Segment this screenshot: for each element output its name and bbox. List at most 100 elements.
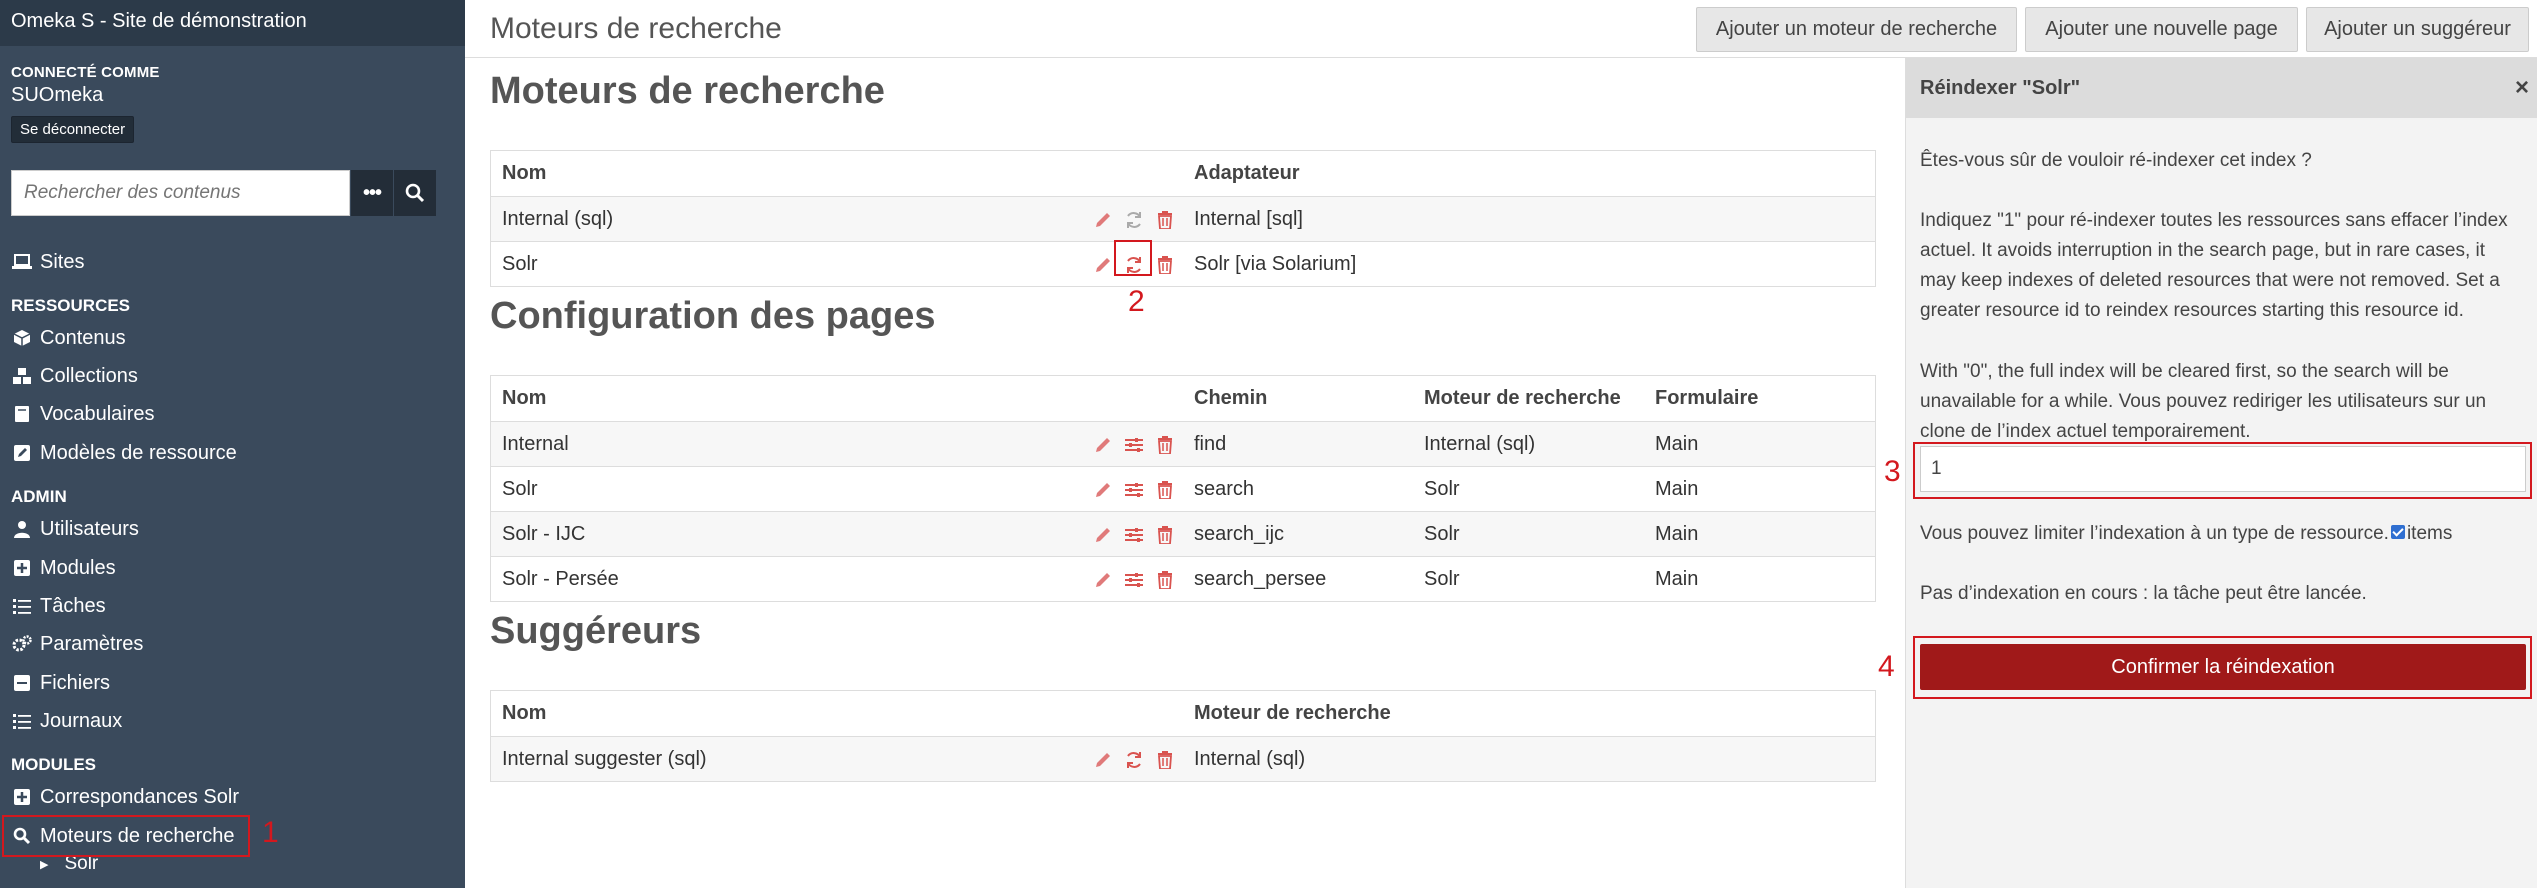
- add-search-engine-button[interactable]: Ajouter un moteur de recherche: [1696, 7, 2017, 52]
- highlight-box-4: [1913, 636, 2532, 699]
- site-title[interactable]: Omeka S - Site de démonstration: [0, 0, 465, 46]
- sliders-icon[interactable]: [1122, 523, 1145, 546]
- nav-taches-label: Tâches: [40, 594, 106, 617]
- login-label: Connecté comme: [11, 64, 160, 81]
- row-actions: [1091, 467, 1176, 512]
- panel-header: Réindexer "Solr" ×: [1906, 58, 2537, 118]
- search-icon: [405, 183, 425, 203]
- nav-heading-resources: Ressources: [11, 296, 131, 315]
- nav-parametres[interactable]: Paramètres: [11, 629, 143, 659]
- col-header-engine: Moteur de recherche: [1194, 702, 1391, 724]
- add-suggester-button[interactable]: Ajouter un suggéreur: [2306, 7, 2529, 52]
- nav-parametres-label: Paramètres: [40, 632, 144, 655]
- row-name[interactable]: Solr: [502, 467, 538, 512]
- row-engine: Solr: [1424, 478, 1460, 500]
- trash-icon[interactable]: [1153, 433, 1176, 456]
- list-icon: [11, 713, 33, 729]
- sliders-icon[interactable]: [1122, 568, 1145, 591]
- confirm-question: Êtes-vous sûr de vouloir ré-indexer cet …: [1920, 150, 2312, 171]
- col-header-name: Nom: [502, 702, 547, 724]
- col-header-engine: Moteur de recherche: [1424, 387, 1621, 409]
- search-input[interactable]: [11, 170, 350, 216]
- trash-icon[interactable]: [1153, 478, 1176, 501]
- row-name[interactable]: Internal: [502, 422, 569, 467]
- nav-sites-label: Sites: [40, 250, 85, 273]
- user-name[interactable]: SUOmeka: [11, 84, 465, 107]
- nav-contenus[interactable]: Contenus: [11, 323, 126, 353]
- pencil-icon[interactable]: [1091, 523, 1114, 546]
- nav-modules[interactable]: Modules: [11, 553, 116, 583]
- highlight-box-2: [1114, 240, 1152, 276]
- nav-sites[interactable]: Sites: [11, 247, 84, 277]
- pencil-icon[interactable]: [1091, 568, 1114, 591]
- row-engine: Internal (sql): [1424, 433, 1536, 455]
- row-path: search_ijc: [1194, 523, 1285, 545]
- items-checkbox[interactable]: [2390, 524, 2405, 539]
- panel-title: Réindexer "Solr": [1920, 76, 2081, 99]
- close-icon[interactable]: ×: [2515, 74, 2529, 102]
- trash-icon[interactable]: [1153, 208, 1176, 231]
- nav-taches[interactable]: Tâches: [11, 591, 106, 621]
- top-bar: Moteurs de recherche Ajouter un moteur d…: [465, 0, 2537, 58]
- pencil-icon[interactable]: [1091, 433, 1114, 456]
- sidebar: Omeka S - Site de démonstration Connecté…: [0, 0, 465, 888]
- pencil-icon[interactable]: [1091, 748, 1114, 771]
- nav-fichiers[interactable]: Fichiers: [11, 668, 110, 698]
- sliders-icon[interactable]: [1122, 433, 1145, 456]
- add-page-button[interactable]: Ajouter une nouvelle page: [2025, 7, 2298, 52]
- nav-correspondances-label: Correspondances Solr: [40, 785, 239, 808]
- trash-icon[interactable]: [1153, 568, 1176, 591]
- trash-icon[interactable]: [1153, 253, 1176, 276]
- file-icon: [11, 674, 33, 692]
- book-icon: [11, 405, 33, 423]
- cogs-icon: [11, 635, 33, 653]
- pages-heading: Configuration des pages: [490, 295, 936, 337]
- caret-right-icon: ▶: [40, 858, 49, 871]
- nav-vocabulaires[interactable]: Vocabulaires: [11, 399, 155, 429]
- table-row: Internal find Internal (sql) Main: [491, 421, 1875, 466]
- pencil-icon[interactable]: [1091, 478, 1114, 501]
- annotation-number-3: 3: [1884, 455, 1901, 488]
- search-button[interactable]: [393, 170, 436, 216]
- refresh-icon[interactable]: [1122, 208, 1145, 231]
- nav-correspondances-solr[interactable]: Correspondances Solr: [11, 782, 239, 812]
- trash-icon[interactable]: [1153, 748, 1176, 771]
- table-header-row: Nom Adaptateur: [491, 151, 1875, 196]
- row-adapter: Solr [via Solarium]: [1194, 253, 1357, 275]
- refresh-icon[interactable]: [1122, 748, 1145, 771]
- col-header-name: Nom: [502, 162, 547, 184]
- nav-utilisateurs[interactable]: Utilisateurs: [11, 514, 139, 544]
- row-form: Main: [1655, 433, 1699, 455]
- items-label: items: [2406, 523, 2453, 544]
- nav-utilisateurs-label: Utilisateurs: [40, 517, 139, 540]
- table-row: Internal (sql) Internal [sql]: [491, 196, 1875, 241]
- pencil-icon[interactable]: [1091, 208, 1114, 231]
- col-header-name: Nom: [502, 387, 547, 409]
- limit-text: Vous pouvez limiter l’indexation à un ty…: [1920, 523, 2389, 544]
- row-adapter: Internal [sql]: [1194, 208, 1303, 230]
- table-row: Solr - IJC search_ijc Solr Main: [491, 511, 1875, 556]
- advanced-search-button[interactable]: •••: [350, 170, 393, 216]
- logout-button[interactable]: Se déconnecter: [11, 116, 135, 143]
- row-name[interactable]: Internal (sql): [502, 197, 613, 242]
- more-icon: •••: [362, 181, 382, 204]
- pages-table: Nom Chemin Moteur de recherche Formulair…: [490, 375, 1876, 602]
- nav-modeles-label: Modèles de ressource: [40, 441, 237, 464]
- nav-collections-label: Collections: [40, 364, 138, 387]
- row-engine: Internal (sql): [1194, 748, 1306, 770]
- row-path: search_persee: [1194, 568, 1327, 590]
- row-name[interactable]: Solr - IJC: [502, 512, 585, 557]
- trash-icon[interactable]: [1153, 523, 1176, 546]
- row-name[interactable]: Solr - Persée: [502, 557, 619, 602]
- col-header-path: Chemin: [1194, 387, 1268, 409]
- nav-modeles[interactable]: Modèles de ressource: [11, 438, 237, 468]
- sliders-icon[interactable]: [1122, 478, 1145, 501]
- row-name[interactable]: Solr: [502, 242, 538, 287]
- suggesters-table: Nom Moteur de recherche Internal suggest…: [490, 690, 1876, 782]
- row-name[interactable]: Internal suggester (sql): [502, 737, 707, 782]
- nav-collections[interactable]: Collections: [11, 361, 138, 391]
- pencil-icon[interactable]: [1091, 253, 1114, 276]
- highlight-box-3: [1913, 442, 2532, 499]
- nav-journaux[interactable]: Journaux: [11, 706, 122, 736]
- nav-contenus-label: Contenus: [40, 326, 126, 349]
